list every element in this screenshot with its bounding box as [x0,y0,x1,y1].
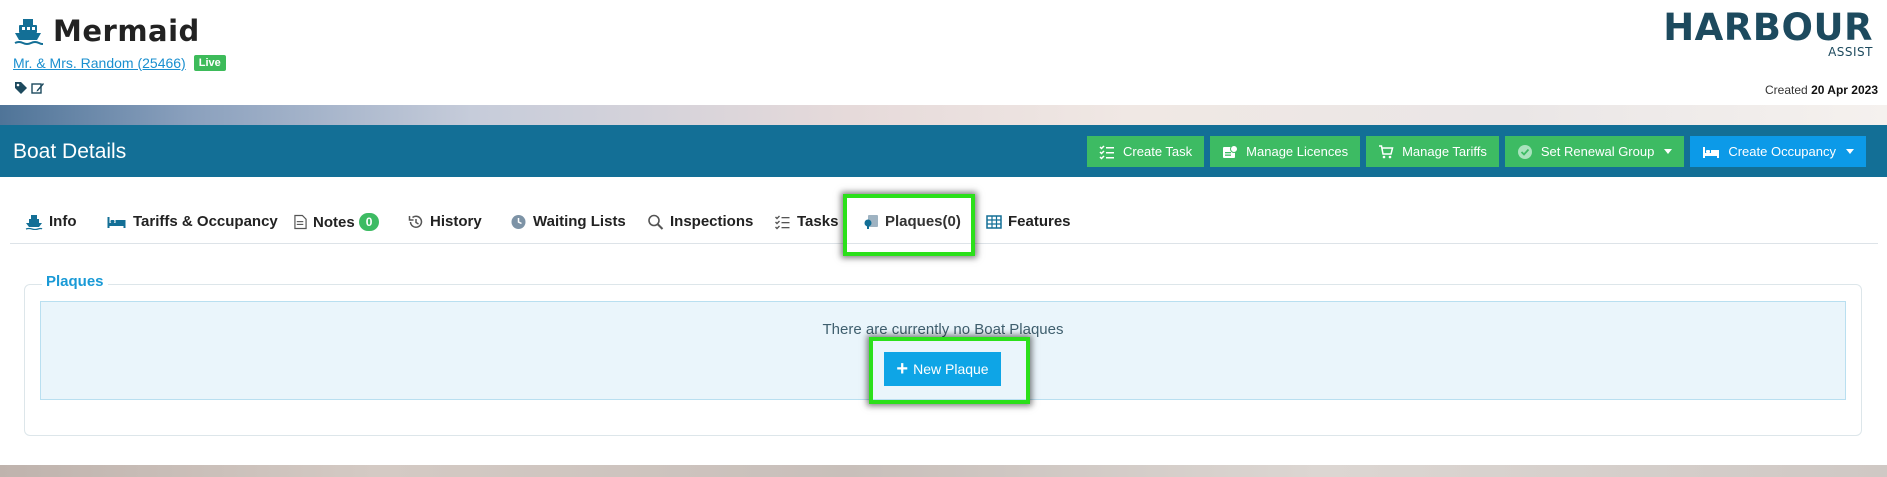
checklist-icon [775,215,790,229]
history-icon [408,215,423,228]
tab-history[interactable]: History [407,213,482,230]
create-occupancy-button[interactable]: Create Occupancy [1690,136,1866,167]
owner-link[interactable]: Mr. & Mrs. Random (25466) [13,55,186,71]
tag-actions [14,81,45,95]
set-renewal-group-label: Set Renewal Group [1540,144,1655,159]
note-icon [294,214,307,230]
manage-licences-label: Manage Licences [1246,144,1349,159]
cart-icon [1379,144,1394,158]
manage-tariffs-button[interactable]: Manage Tariffs [1366,136,1499,167]
bed-icon [1703,146,1720,158]
ship-icon [14,19,43,45]
plaques-legend: Plaques [42,273,108,290]
tab-tariffs-label: Tariffs & Occupancy [133,213,278,230]
new-plaque-highlight [869,337,1030,404]
chevron-down-icon [1664,149,1673,154]
chevron-down-icon [1846,149,1854,154]
checklist-icon [1099,144,1115,160]
boat-details-toolbar: Boat Details Create Task Manage Licences [0,125,1887,177]
plaques-tab-highlight [843,194,975,256]
edit-icon[interactable] [31,81,45,95]
tab-features-label: Features [1008,213,1071,230]
bed-icon [107,216,126,228]
page-header: Mermaid Mr. & Mrs. Random (25466) Live H… [0,0,1887,105]
check-circle-icon [1517,144,1532,159]
tab-notes[interactable]: Notes 0 [294,213,380,231]
tab-notes-label: Notes [313,213,355,231]
set-renewal-group-button[interactable]: Set Renewal Group [1504,136,1685,167]
tab-features[interactable]: Features [986,213,1071,230]
tag-icon[interactable] [14,81,28,95]
owner-row: Mr. & Mrs. Random (25466) Live [13,55,226,71]
tab-tasks-label: Tasks [797,213,839,230]
create-task-label: Create Task [1123,144,1193,159]
tab-info-label: Info [49,213,77,230]
decorative-banner [0,105,1887,125]
created-date: 20 Apr 2023 [1811,83,1878,97]
tab-history-label: History [430,213,482,230]
status-badge: Live [193,55,226,71]
manage-licences-button[interactable]: Manage Licences [1210,136,1361,167]
create-occupancy-label: Create Occupancy [1728,144,1836,159]
tab-info[interactable]: Info [25,213,77,230]
notes-count-badge: 0 [358,213,380,231]
clock-icon [511,214,526,229]
tab-tasks[interactable]: Tasks [774,213,838,230]
tab-tariffs-occupancy[interactable]: Tariffs & Occupancy [106,213,278,230]
logo-main-text: HARBOUR [1663,6,1873,49]
created-info: Created 20 Apr 2023 [1765,83,1878,97]
created-label: Created [1765,83,1808,97]
create-task-button[interactable]: Create Task [1087,136,1205,167]
ship-icon [25,214,43,230]
manage-tariffs-label: Manage Tariffs [1402,144,1487,159]
tab-inspections-label: Inspections [670,213,754,230]
empty-message: There are currently no Boat Plaques [822,321,1064,338]
toolbar-actions: Create Task Manage Licences Manage Tarif… [1087,136,1866,167]
tab-inspections[interactable]: Inspections [647,213,753,230]
table-icon [986,214,1002,229]
tab-waiting-lists-label: Waiting Lists [533,213,626,230]
bottom-decorative-banner [0,465,1887,477]
search-icon [648,214,664,230]
boat-title: Mermaid [13,14,200,48]
harbour-assist-logo: HARBOUR ASSIST [1663,6,1873,60]
tab-waiting-lists[interactable]: Waiting Lists [510,213,626,230]
boat-name: Mermaid [53,14,200,48]
licence-icon [1223,144,1239,158]
toolbar-title: Boat Details [13,140,127,163]
